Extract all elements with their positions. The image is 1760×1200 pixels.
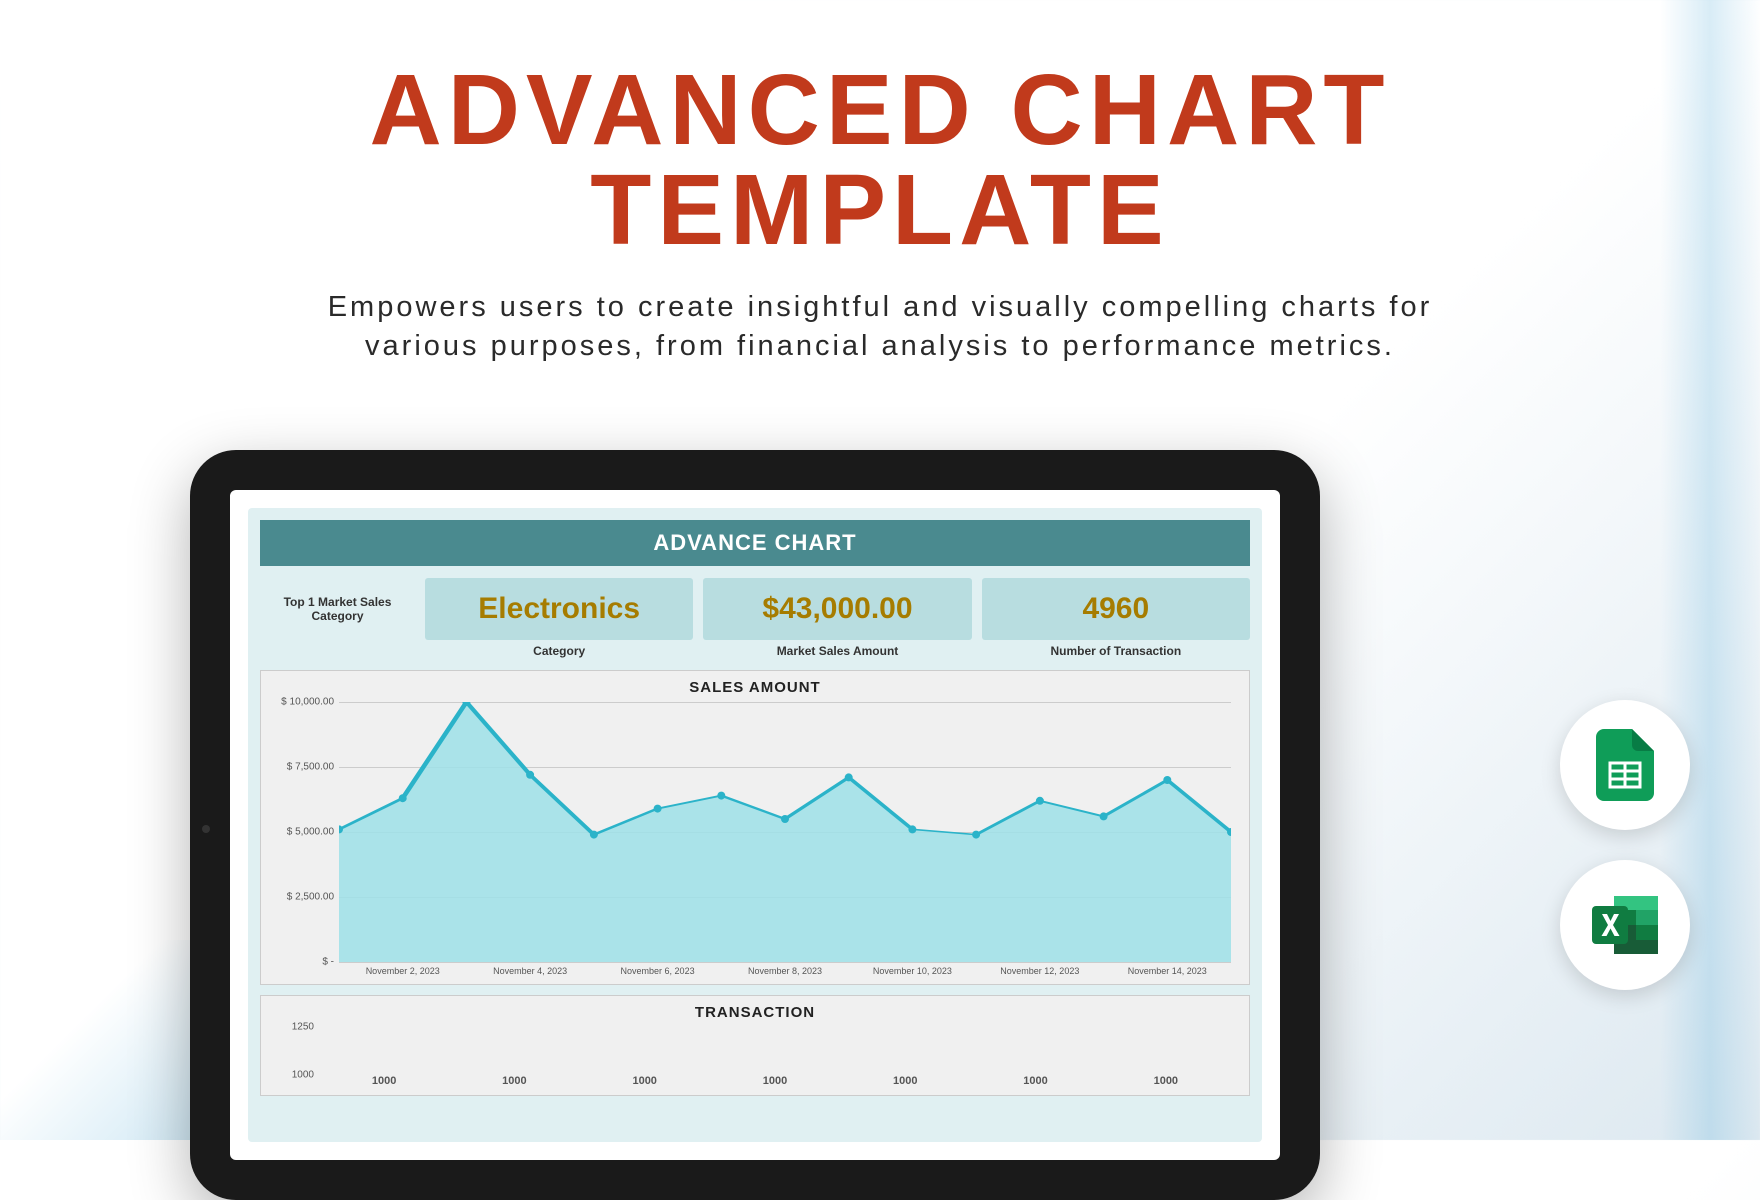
x-tick: November 10, 2023	[849, 966, 976, 976]
y-tick: 1250	[269, 1022, 314, 1033]
dashboard-title: ADVANCE CHART	[260, 520, 1250, 566]
y-tick: $ 10,000.00	[269, 697, 334, 708]
kpi-value: 4960	[990, 592, 1242, 626]
kpi-sub-row: Category Market Sales Amount Number of T…	[260, 644, 1250, 658]
gridline	[339, 962, 1231, 963]
bar-label: 1000	[763, 1075, 787, 1087]
dashboard: ADVANCE CHART Top 1 Market Sales Categor…	[248, 508, 1262, 1142]
kpi-section-label: Top 1 Market Sales Category	[260, 578, 415, 640]
y-tick: $ 7,500.00	[269, 762, 334, 773]
subtitle-line-1: Empowers users to create insightful and …	[0, 288, 1760, 327]
kpi-card-category: Electronics	[425, 578, 693, 640]
subtitle-line-2: various purposes, from financial analysi…	[0, 327, 1760, 366]
kpi-sub: Number of Transaction	[982, 644, 1250, 658]
kpi-value: Electronics	[433, 592, 685, 626]
y-tick: $ -	[269, 957, 334, 968]
chart-plot-area: $ 10,000.00 $ 7,500.00 $ 5,000.00 $ 2,50…	[339, 702, 1231, 962]
spacer	[260, 644, 415, 658]
bar-label: 1000	[1154, 1075, 1178, 1087]
kpi-row: Top 1 Market Sales Category Electronics …	[260, 578, 1250, 640]
background-gradient	[0, 940, 200, 1140]
app-icons	[1560, 700, 1690, 990]
google-sheets-button[interactable]	[1560, 700, 1690, 830]
kpi-sub: Market Sales Amount	[703, 644, 971, 658]
title-line-1: ADVANCED CHART	[0, 60, 1760, 160]
tablet-frame: ADVANCE CHART Top 1 Market Sales Categor…	[190, 450, 1320, 1200]
x-tick: November 8, 2023	[721, 966, 848, 976]
kpi-value: $43,000.00	[711, 592, 963, 626]
x-tick: November 12, 2023	[976, 966, 1103, 976]
header: ADVANCED CHART TEMPLATE Empowers users t…	[0, 0, 1760, 366]
x-tick: November 6, 2023	[594, 966, 721, 976]
bar-label: 1000	[372, 1075, 396, 1087]
google-sheets-icon	[1596, 729, 1654, 801]
x-tick: November 14, 2023	[1104, 966, 1231, 976]
bar-label: 1000	[632, 1075, 656, 1087]
bar-label: 1000	[1023, 1075, 1047, 1087]
chart2-plot-area: 1250 1000 1000 1000 1000 1000 1000 1000 …	[319, 1027, 1231, 1087]
x-tick: November 4, 2023	[466, 966, 593, 976]
y-tick: $ 5,000.00	[269, 827, 334, 838]
x-axis: November 2, 2023 November 4, 2023 Novemb…	[339, 966, 1231, 976]
y-tick: 1000	[269, 1070, 314, 1081]
transaction-chart: TRANSACTION 1250 1000 1000 1000 1000 100…	[260, 995, 1250, 1096]
chart-title: TRANSACTION	[269, 1004, 1241, 1021]
page-subtitle: Empowers users to create insightful and …	[0, 288, 1760, 366]
y-tick: $ 2,500.00	[269, 892, 334, 903]
bar-label: 1000	[893, 1075, 917, 1087]
tablet-screen: ADVANCE CHART Top 1 Market Sales Categor…	[230, 490, 1280, 1160]
kpi-card-transactions: 4960	[982, 578, 1250, 640]
kpi-sub: Category	[425, 644, 693, 658]
sales-chart: SALES AMOUNT $ 10,000.00 $ 7,500.00 $ 5,…	[260, 670, 1250, 985]
x-tick: November 2, 2023	[339, 966, 466, 976]
excel-icon	[1590, 892, 1660, 958]
chart-title: SALES AMOUNT	[269, 679, 1241, 696]
bar-labels: 1000 1000 1000 1000 1000 1000 1000	[319, 1075, 1231, 1087]
dots-svg	[339, 702, 1231, 962]
page-title: ADVANCED CHART TEMPLATE	[0, 60, 1760, 260]
bar-label: 1000	[502, 1075, 526, 1087]
excel-button[interactable]	[1560, 860, 1690, 990]
kpi-card-sales: $43,000.00	[703, 578, 971, 640]
title-line-2: TEMPLATE	[0, 160, 1760, 260]
